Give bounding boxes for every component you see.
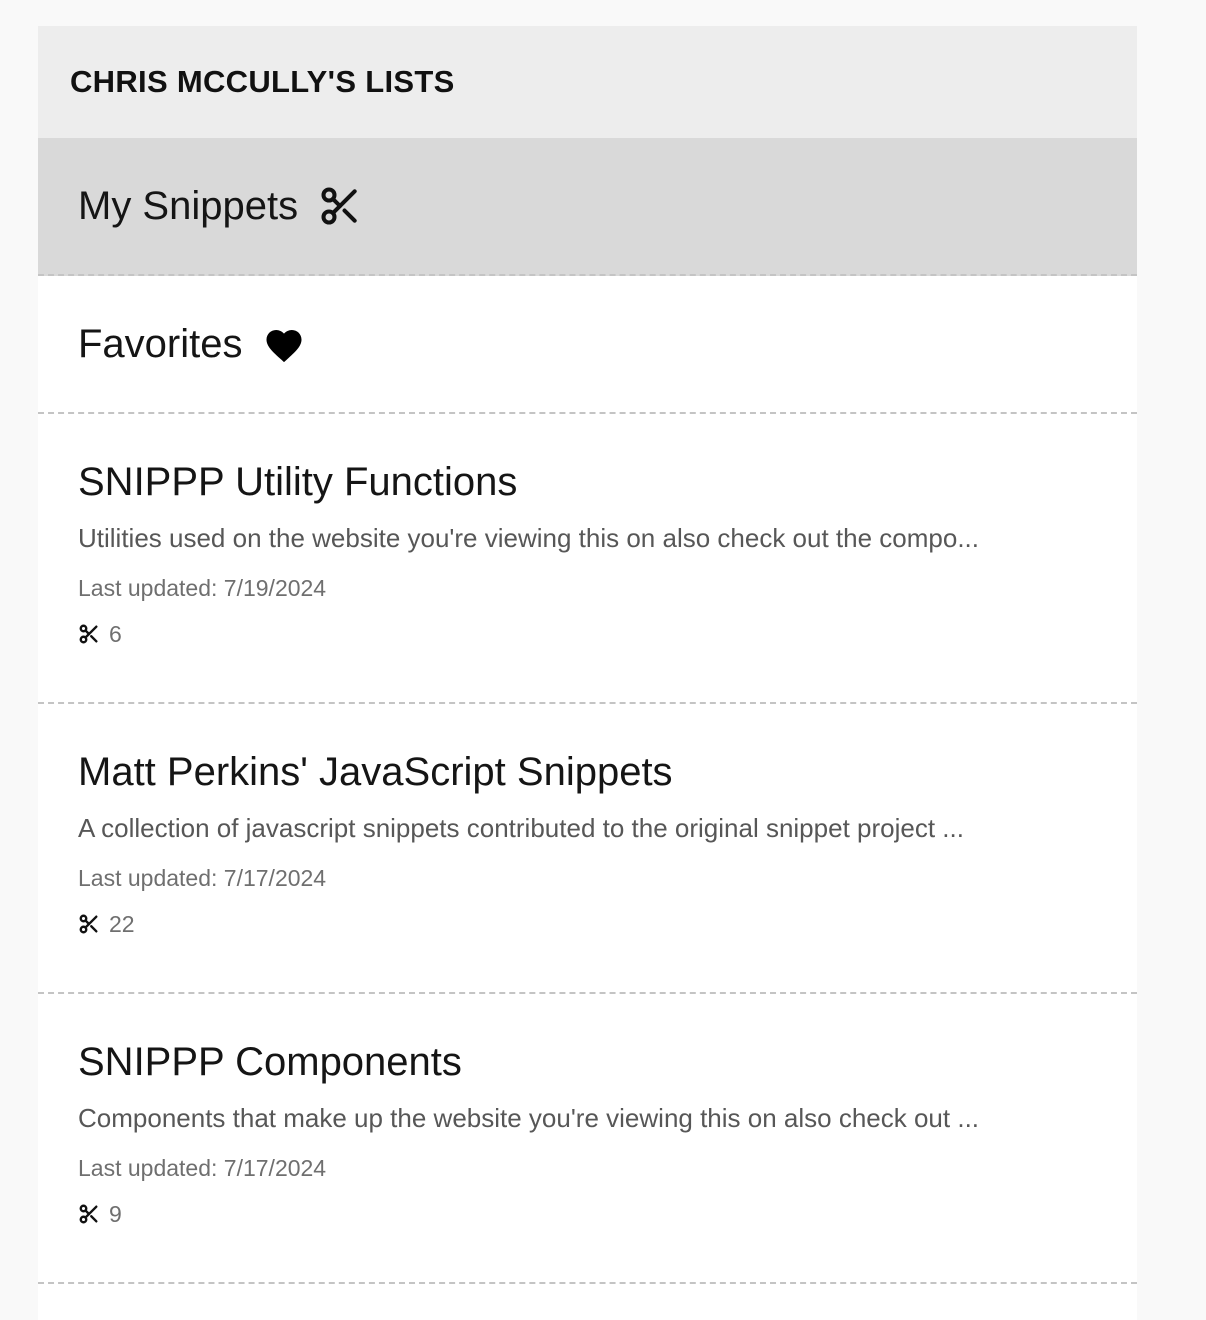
- list-updated: Last updated: 7/17/2024: [78, 1155, 327, 1181]
- scissors-icon: [78, 1203, 100, 1225]
- list-description: Utilities used on the website you're vie…: [78, 523, 979, 553]
- scissors-icon: [78, 913, 100, 935]
- list-item[interactable]: SNIPPP Utility Functions Utilities used …: [38, 414, 1137, 704]
- list-description: Components that make up the website you'…: [78, 1103, 980, 1133]
- panel-header: CHRIS MCCULLY'S LISTS: [38, 26, 1137, 138]
- scissors-icon: [78, 623, 100, 645]
- snippet-count-value: 22: [109, 911, 135, 937]
- nav-item-label: My Snippets: [78, 183, 299, 228]
- page-title: CHRIS MCCULLY'S LISTS: [70, 64, 455, 99]
- list-description: A collection of javascript snippets cont…: [78, 813, 964, 843]
- list-title: Matt Perkins' JavaScript Snippets: [78, 750, 673, 794]
- snippet-count-value: 9: [109, 1201, 122, 1227]
- nav-item-favorites[interactable]: Favorites: [38, 276, 1137, 414]
- snippet-count: 9: [78, 1200, 1097, 1228]
- scissors-icon: [318, 184, 362, 228]
- snippet-count: 6: [78, 620, 1097, 648]
- heart-icon: [263, 324, 305, 364]
- snippet-count-value: 6: [109, 621, 122, 647]
- list-title: SNIPPP Components: [78, 1040, 462, 1084]
- list-item[interactable]: Matt Perkins' JavaScript Snippets A coll…: [38, 704, 1137, 994]
- snippet-count: 22: [78, 910, 1097, 938]
- nav-item-my-snippets[interactable]: My Snippets: [38, 138, 1137, 276]
- list-title: SNIPPP Utility Functions: [78, 460, 518, 504]
- nav-item-label: Favorites: [78, 321, 243, 366]
- list-item[interactable]: SNIPPP Components Components that make u…: [38, 994, 1137, 1284]
- list-updated: Last updated: 7/17/2024: [78, 865, 327, 891]
- list-updated: Last updated: 7/19/2024: [78, 575, 327, 601]
- lists-panel: CHRIS MCCULLY'S LISTS My Snippets Favori…: [38, 26, 1137, 1320]
